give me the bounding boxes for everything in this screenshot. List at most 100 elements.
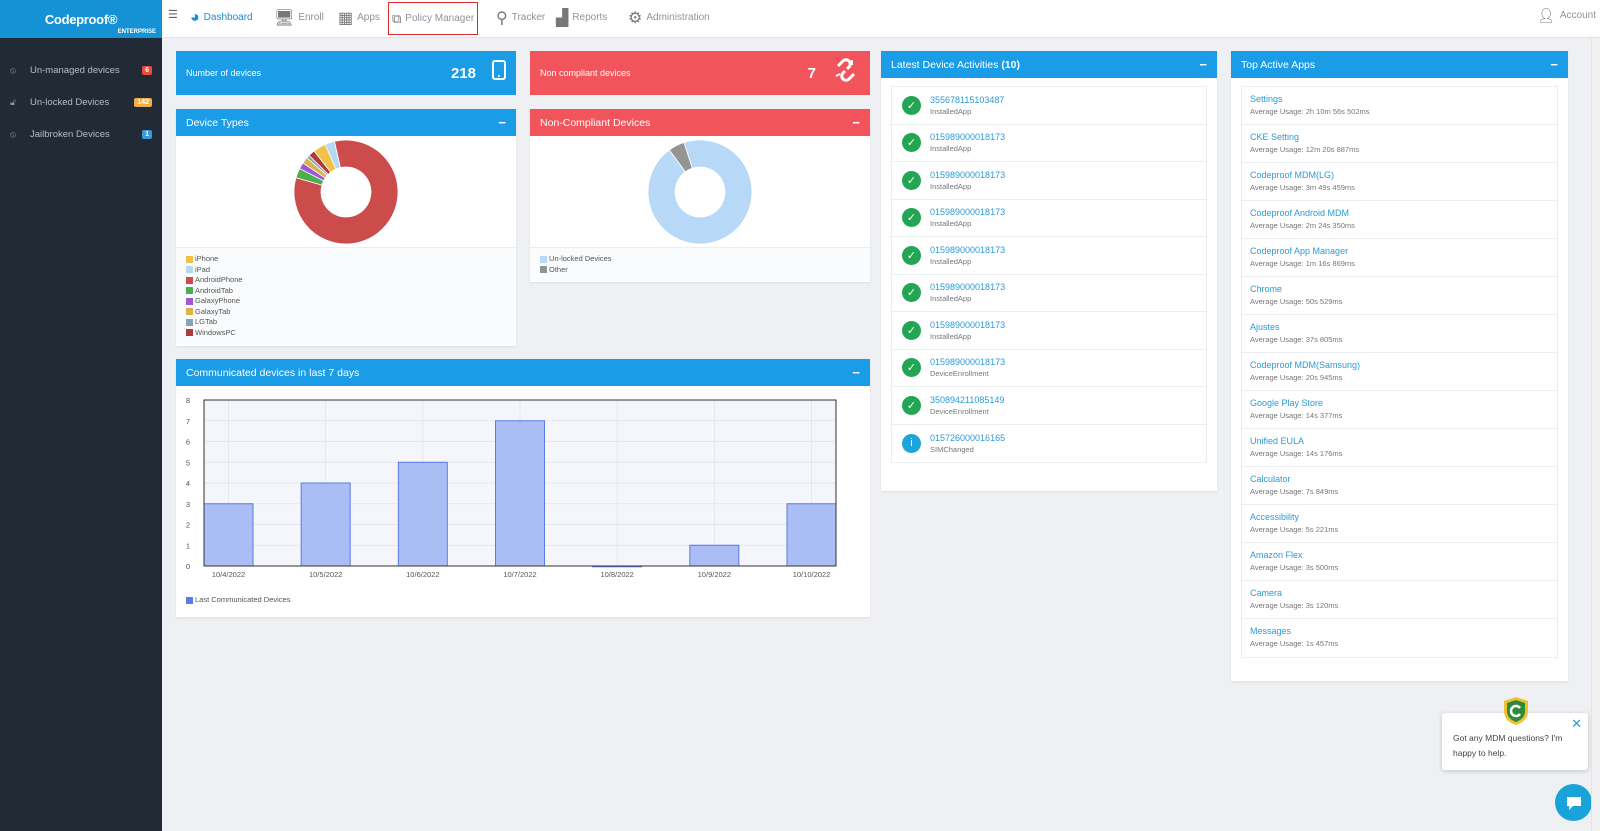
bar-10/4/2022[interactable]: [203, 503, 254, 567]
hamburger-icon[interactable]: ☰: [168, 8, 178, 21]
bar-10/10/2022[interactable]: [786, 503, 837, 567]
app-name-link[interactable]: Unified EULA: [1250, 436, 1549, 446]
app-name-link[interactable]: Chrome: [1250, 284, 1549, 294]
noncompliant-donut-chart: [647, 139, 753, 244]
bar-10/7/2022[interactable]: [495, 420, 545, 567]
device-id-link[interactable]: 015989000018173: [930, 357, 1005, 367]
apps-grid-icon: ▦: [338, 9, 354, 27]
panel-header: Latest Device Activities (10) −: [881, 51, 1217, 78]
page-scrollbar[interactable]: [1591, 38, 1600, 831]
app-name-link[interactable]: Codeproof MDM(Samsung): [1250, 360, 1549, 370]
device-id-link[interactable]: 015989000018173: [930, 320, 1005, 330]
noncompliant-legend: Un-locked Devices Other: [530, 247, 870, 281]
app-name-link[interactable]: Codeproof Android MDM: [1250, 208, 1549, 218]
app-row: Google Play Store Average Usage: 14s 377m…: [1242, 391, 1557, 429]
app-name-link[interactable]: Ajustes: [1250, 322, 1549, 332]
panel-header: Communicated devices in last 7 days −: [176, 359, 870, 386]
collapse-icon[interactable]: −: [1199, 57, 1207, 72]
close-icon[interactable]: ✕: [1571, 716, 1582, 731]
app-name-link[interactable]: Codeproof MDM(LG): [1250, 170, 1549, 180]
device-id-link[interactable]: 355678115103487: [930, 95, 1004, 105]
account-label: Account: [1559, 10, 1596, 21]
app-name-link[interactable]: Camera: [1250, 588, 1549, 598]
activity-type: InstalledApp: [930, 219, 972, 229]
panel-communicated-devices: Communicated devices in last 7 days − 0 1…: [176, 359, 870, 617]
device-types-donut-chart: [293, 139, 399, 244]
app-name-link[interactable]: Messages: [1250, 626, 1549, 636]
device-id-link[interactable]: 015989000018173: [930, 282, 1005, 292]
account-menu[interactable]: 👤︎ Account: [1537, 7, 1596, 24]
app-name-link[interactable]: CKE Setting: [1250, 132, 1549, 142]
app-row: Amazon Flex Average Usage: 3s 500ms: [1242, 543, 1557, 581]
nav-tracker[interactable]: ⚲ Tracker: [496, 0, 545, 35]
user-icon: 👤︎: [1537, 7, 1555, 23]
x-tick-label: 10/7/2022: [503, 570, 536, 579]
legend-label: AndroidTab: [195, 285, 233, 295]
sidebar-item-label: Un-locked Devices: [30, 96, 110, 108]
sidebar-item-label: Un-managed devices: [30, 64, 120, 76]
chat-message: Got any MDM questions? I'm happy to help…: [1453, 733, 1563, 758]
app-name-link[interactable]: Settings: [1250, 94, 1549, 104]
collapse-icon[interactable]: −: [1550, 57, 1558, 72]
bar-10/6/2022[interactable]: [397, 461, 448, 567]
panel-header: Top Active Apps −: [1231, 51, 1568, 78]
panel-title: Latest Device Activities: [891, 58, 999, 71]
app-name-link[interactable]: Google Play Store: [1250, 398, 1549, 408]
activity-type: DeviceEnrollment: [930, 406, 989, 416]
collapse-icon[interactable]: −: [498, 115, 506, 130]
app-usage: Average Usage: 37s 805ms: [1250, 335, 1343, 344]
app-row: Camera Average Usage: 3s 120ms: [1242, 581, 1557, 619]
chat-launcher-button[interactable]: [1555, 784, 1592, 821]
legend-swatch: [186, 318, 193, 326]
app-row: CKE Setting Average Usage: 12m 20s 887ms: [1242, 125, 1557, 163]
pie-slice-un-locked-devices[interactable]: [647, 139, 753, 244]
check-circle-icon: ✓: [902, 170, 921, 190]
device-id-link[interactable]: 015726000016165: [930, 433, 1005, 443]
app-usage: Average Usage: 20s 945ms: [1250, 373, 1343, 382]
sidebar-item-unmanaged[interactable]: ⦸ Un-managed devices 6: [0, 54, 162, 86]
legend-label: Other: [549, 264, 568, 274]
nav-dashboard[interactable]: ◕ Dashboard: [190, 0, 253, 35]
app-name-link[interactable]: Accessibility: [1250, 512, 1549, 522]
device-id-link[interactable]: 015989000018173: [930, 207, 1005, 217]
panel-title: Communicated devices in last 7 days: [186, 366, 360, 379]
bar-chart-icon: ▟: [556, 9, 569, 27]
app-name-link[interactable]: Codeproof App Manager: [1250, 246, 1549, 256]
bar-10/5/2022[interactable]: [300, 482, 351, 567]
app-row: Codeproof App Manager Average Usage: 1m 1…: [1242, 239, 1557, 277]
app-usage: Average Usage: 3s 120ms: [1250, 601, 1339, 610]
collapse-icon[interactable]: −: [852, 365, 860, 380]
sidebar-item-unlocked[interactable]: 🔓︎ Un-locked Devices 142: [0, 86, 162, 118]
legend-label: Last Communicated Devices: [195, 595, 291, 604]
activity-row: ✓ 015989000018173 InstalledApp: [892, 237, 1206, 275]
sidebar-item-label: Jailbroken Devices: [30, 128, 110, 140]
stat-noncompliant-devices[interactable]: Non compliant devices 7: [530, 51, 870, 95]
gear-icon: ⚙: [628, 9, 643, 27]
app-list: Settings Average Usage: 2h 10m 56s 502ms C…: [1241, 86, 1558, 658]
device-id-link[interactable]: 015989000018173: [930, 245, 1005, 255]
nav-administration[interactable]: ⚙ Administration: [628, 0, 710, 35]
activity-row: ✓ 015989000018173 InstalledApp: [892, 125, 1206, 162]
brand-edition: ENTERPRISE: [117, 29, 156, 35]
app-usage: Average Usage: 50s 529ms: [1250, 297, 1343, 306]
app-name-link[interactable]: Calculator: [1250, 474, 1549, 484]
device-id-link[interactable]: 015989000018173: [930, 170, 1005, 180]
device-id-link[interactable]: 015989000018173: [930, 132, 1005, 142]
stat-number-of-devices[interactable]: Number of devices 218: [176, 51, 516, 95]
nav-enroll[interactable]: 🖥︎ Enroll: [274, 0, 324, 35]
top-navigation: ☰ ◕ Dashboard 🖥︎ Enroll ▦ Apps ⧉ Policy …: [162, 0, 1600, 38]
bar-10/9/2022[interactable]: [689, 544, 740, 567]
legend-label: iPad: [195, 264, 211, 274]
brand-logo[interactable]: Codeproof® ENTERPRISE: [0, 0, 162, 38]
nav-reports[interactable]: ▟ Reports: [556, 0, 607, 35]
sidebar-item-jailbroken[interactable]: ⦸ Jailbroken Devices 1: [0, 118, 162, 150]
app-name-link[interactable]: Amazon Flex: [1250, 550, 1549, 560]
nav-apps[interactable]: ▦ Apps: [338, 0, 380, 35]
activity-row: ✓ 015989000018173 InstalledApp: [892, 312, 1206, 350]
activity-type: InstalledApp: [930, 331, 972, 341]
legend-item: LGTab: [186, 317, 506, 328]
legend-label: GalaxyPhone: [195, 296, 241, 305]
device-id-link[interactable]: 350894211085149: [930, 395, 1004, 405]
collapse-icon[interactable]: −: [852, 115, 860, 130]
nav-policy-manager[interactable]: ⧉ Policy Manager: [388, 2, 479, 35]
